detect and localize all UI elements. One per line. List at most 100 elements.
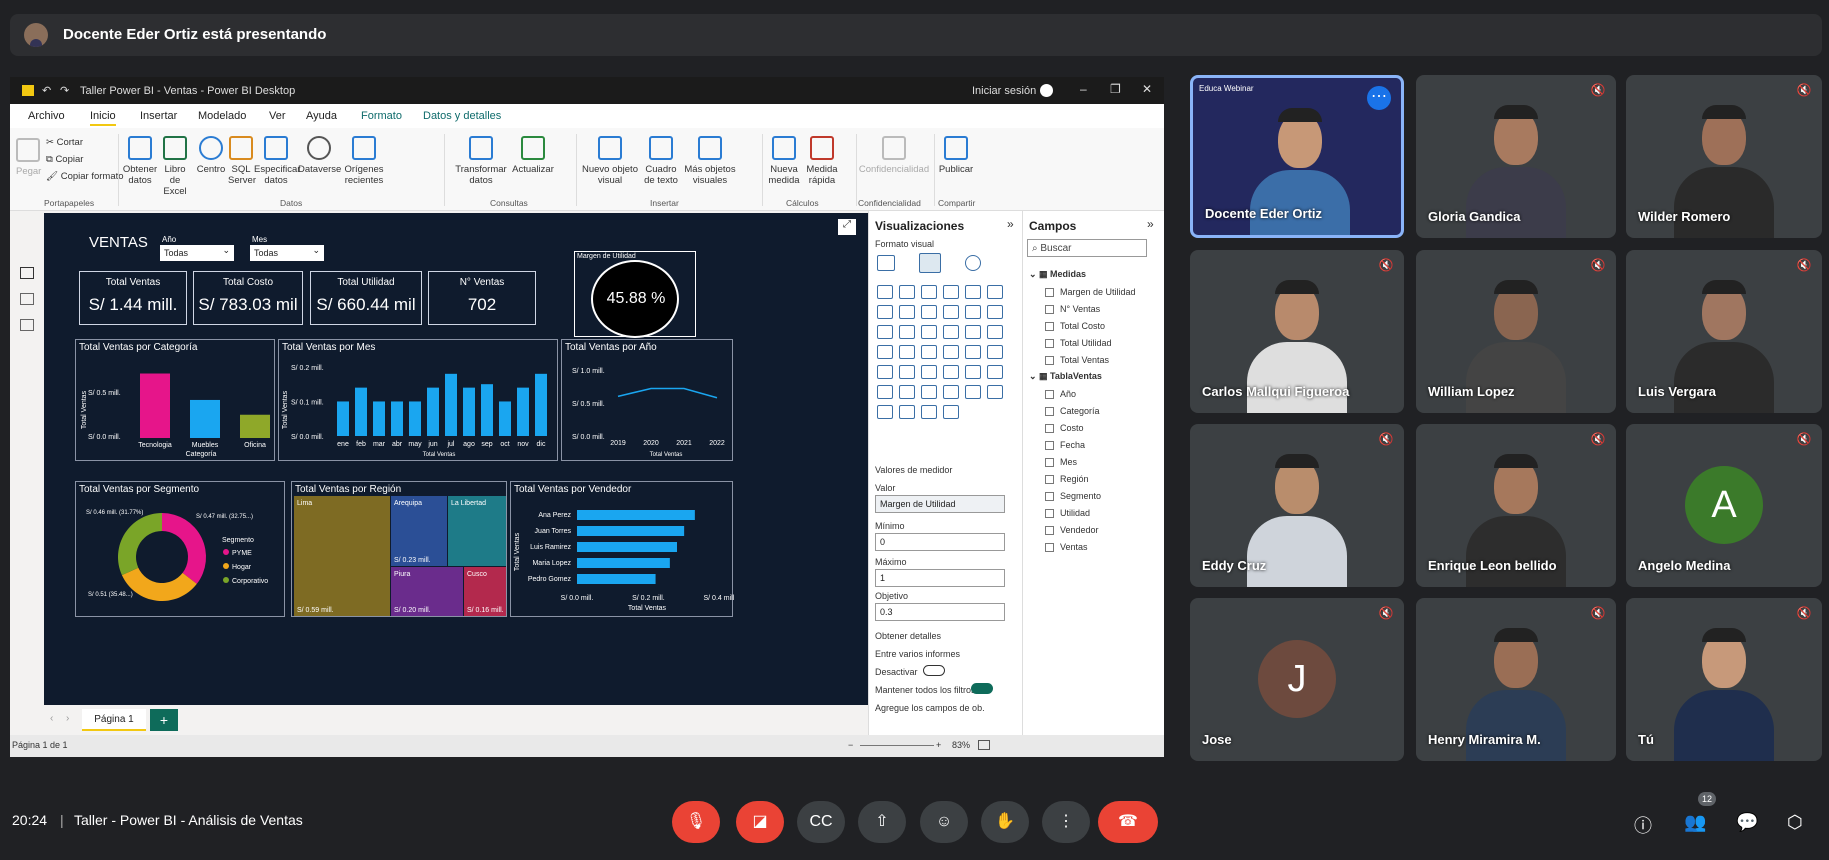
especificar-datos-button[interactable]: Especificar datos	[254, 136, 300, 186]
keep-filters-toggle[interactable]	[971, 683, 993, 694]
field-column[interactable]: Categoría	[1045, 406, 1100, 417]
participant-tile[interactable]: 🔇 Wilder Romero	[1626, 75, 1822, 238]
visual-type-icon[interactable]	[877, 385, 893, 399]
field-medida[interactable]: Total Utilidad	[1045, 338, 1112, 349]
checkbox[interactable]	[1045, 356, 1054, 366]
tab-archivo[interactable]: Archivo	[28, 110, 65, 122]
checkbox[interactable]	[1045, 458, 1054, 468]
checkbox[interactable]	[1045, 475, 1054, 485]
visual-type-icon[interactable]	[987, 365, 1003, 379]
visual-type-icon[interactable]	[965, 365, 981, 379]
checkbox[interactable]	[1045, 305, 1054, 315]
card-n-ventas[interactable]: N° Ventas 702	[428, 271, 536, 325]
copiar-formato-button[interactable]: 🖌 Copiar formato	[46, 171, 124, 182]
visual-type-icon[interactable]	[943, 405, 959, 419]
visual-type-icon[interactable]	[899, 405, 915, 419]
activities-icon[interactable]: ⬡	[1787, 812, 1803, 833]
tab-ver[interactable]: Ver	[269, 110, 286, 122]
visual-type-icon[interactable]	[987, 285, 1003, 299]
visual-type-icon[interactable]	[877, 405, 893, 419]
page-next-icon[interactable]: ›	[66, 713, 69, 724]
checkbox[interactable]	[1045, 288, 1054, 298]
visual-type-icon[interactable]	[965, 285, 981, 299]
field-column[interactable]: Año	[1045, 389, 1076, 400]
chart-region[interactable]: Total Ventas por Región Lima S/ 0.59 mill…	[291, 481, 507, 617]
cortar-button[interactable]: ✂ Cortar	[46, 137, 83, 148]
checkbox[interactable]	[1045, 492, 1054, 502]
slicer-mes-dropdown[interactable]: Todas	[250, 245, 324, 261]
restore-icon[interactable]: ❐	[1110, 82, 1121, 96]
checkbox[interactable]	[1045, 390, 1054, 400]
participant-tile[interactable]: 🔇 Tú	[1626, 598, 1822, 761]
visual-type-icon[interactable]	[943, 285, 959, 299]
analytics-icon[interactable]	[965, 255, 981, 271]
info-icon[interactable]: ⓘ	[1634, 812, 1652, 838]
fit-page-icon[interactable]	[978, 740, 990, 750]
field-medida[interactable]: Margen de Utilidad	[1045, 287, 1136, 298]
page-prev-icon[interactable]: ‹	[50, 713, 53, 724]
checkbox[interactable]	[1045, 543, 1054, 553]
field-column[interactable]: Segmento	[1045, 491, 1101, 502]
field-medida[interactable]: Total Ventas	[1045, 355, 1109, 366]
origenes-recientes-button[interactable]: Orígenes recientes	[342, 136, 386, 186]
card-total-utilidad[interactable]: Total Utilidad S/ 660.44 mil	[310, 271, 422, 325]
data-view-icon[interactable]	[20, 293, 34, 305]
libro-excel-button[interactable]: Libro de Excel	[158, 136, 192, 197]
participant-tile[interactable]: 🔇 Carlos Mallqui Figueroa	[1190, 250, 1404, 413]
actualizar-button[interactable]: Actualizar	[510, 136, 556, 175]
report-canvas[interactable]: VENTAS Año Todas Mes Todas ⤢ Total Venta…	[44, 213, 868, 705]
participant-tile[interactable]: 🔇 Luis Vergara	[1626, 250, 1822, 413]
tab-datos-detalles[interactable]: Datos y detalles	[423, 110, 501, 122]
visual-type-icon[interactable]	[877, 285, 893, 299]
obtener-datos-button[interactable]: Obtener datos	[122, 136, 158, 186]
reactions-button[interactable]: ☺	[920, 801, 968, 843]
visual-type-icon[interactable]	[987, 385, 1003, 399]
people-icon[interactable]: 👥	[1684, 812, 1706, 833]
checkbox[interactable]	[1045, 526, 1054, 536]
publicar-button[interactable]: Publicar	[936, 136, 976, 175]
field-medida[interactable]: Total Costo	[1045, 321, 1105, 332]
zoom-in-icon[interactable]: +	[936, 740, 941, 750]
table-tablaventas[interactable]: ⌄ ▦ TablaVentas	[1029, 371, 1102, 382]
checkbox[interactable]	[1045, 322, 1054, 332]
visual-type-icon[interactable]	[921, 385, 937, 399]
minimize-icon[interactable]: –	[1080, 82, 1087, 96]
visual-type-icon[interactable]	[987, 325, 1003, 339]
visual-type-icon[interactable]	[899, 345, 915, 359]
chart-mes[interactable]: Total Ventas por Mes Total Ventas S/ 0.2 …	[278, 339, 558, 461]
maximo-input[interactable]: 1	[875, 569, 1005, 587]
checkbox[interactable]	[1045, 509, 1054, 519]
drillthrough-well[interactable]: Agregue los campos de ob...	[875, 703, 985, 713]
objetivo-input[interactable]: 0.3	[875, 603, 1005, 621]
field-column[interactable]: Utilidad	[1045, 508, 1090, 519]
present-button[interactable]: ⇧	[858, 801, 906, 843]
tab-modelado[interactable]: Modelado	[198, 110, 246, 122]
fields-search-input[interactable]: ⌕ Buscar	[1027, 239, 1147, 257]
participant-tile[interactable]: J 🔇 Jose	[1190, 598, 1404, 761]
visual-type-icon[interactable]	[965, 325, 981, 339]
participant-tile[interactable]: 🔇 Enrique Leon bellido	[1416, 424, 1616, 587]
zoom-out-icon[interactable]: −	[848, 740, 853, 750]
visual-type-icon[interactable]	[877, 345, 893, 359]
pegar-button[interactable]: Pegar	[16, 138, 41, 177]
field-column[interactable]: Mes	[1045, 457, 1077, 468]
visual-type-icon[interactable]	[921, 405, 937, 419]
dataverse-button[interactable]: Dataverse	[298, 136, 341, 175]
participant-tile[interactable]: 🔇 William Lopez	[1416, 250, 1616, 413]
chart-segmento[interactable]: Total Ventas por Segmento S/ 0.46 mill. …	[75, 481, 285, 617]
undo-icon[interactable]: ↶	[42, 84, 51, 97]
medida-rapida-button[interactable]: Medida rápida	[804, 136, 840, 186]
checkbox[interactable]	[1045, 441, 1054, 451]
visual-type-icon[interactable]	[899, 325, 915, 339]
tab-formato[interactable]: Formato	[361, 110, 402, 122]
valor-field-well[interactable]: Margen de Utilidad	[875, 495, 1005, 513]
participant-tile[interactable]: 🔇 Gloria Gandica	[1416, 75, 1616, 238]
tile-more-icon[interactable]: ⋯	[1367, 86, 1391, 110]
visual-type-icon[interactable]	[965, 385, 981, 399]
profile-icon[interactable]	[1040, 84, 1053, 97]
visual-type-icon[interactable]	[899, 305, 915, 319]
close-icon[interactable]: ✕	[1142, 82, 1152, 96]
field-column[interactable]: Costo	[1045, 423, 1084, 434]
visual-type-icon[interactable]	[877, 305, 893, 319]
field-column[interactable]: Fecha	[1045, 440, 1085, 451]
